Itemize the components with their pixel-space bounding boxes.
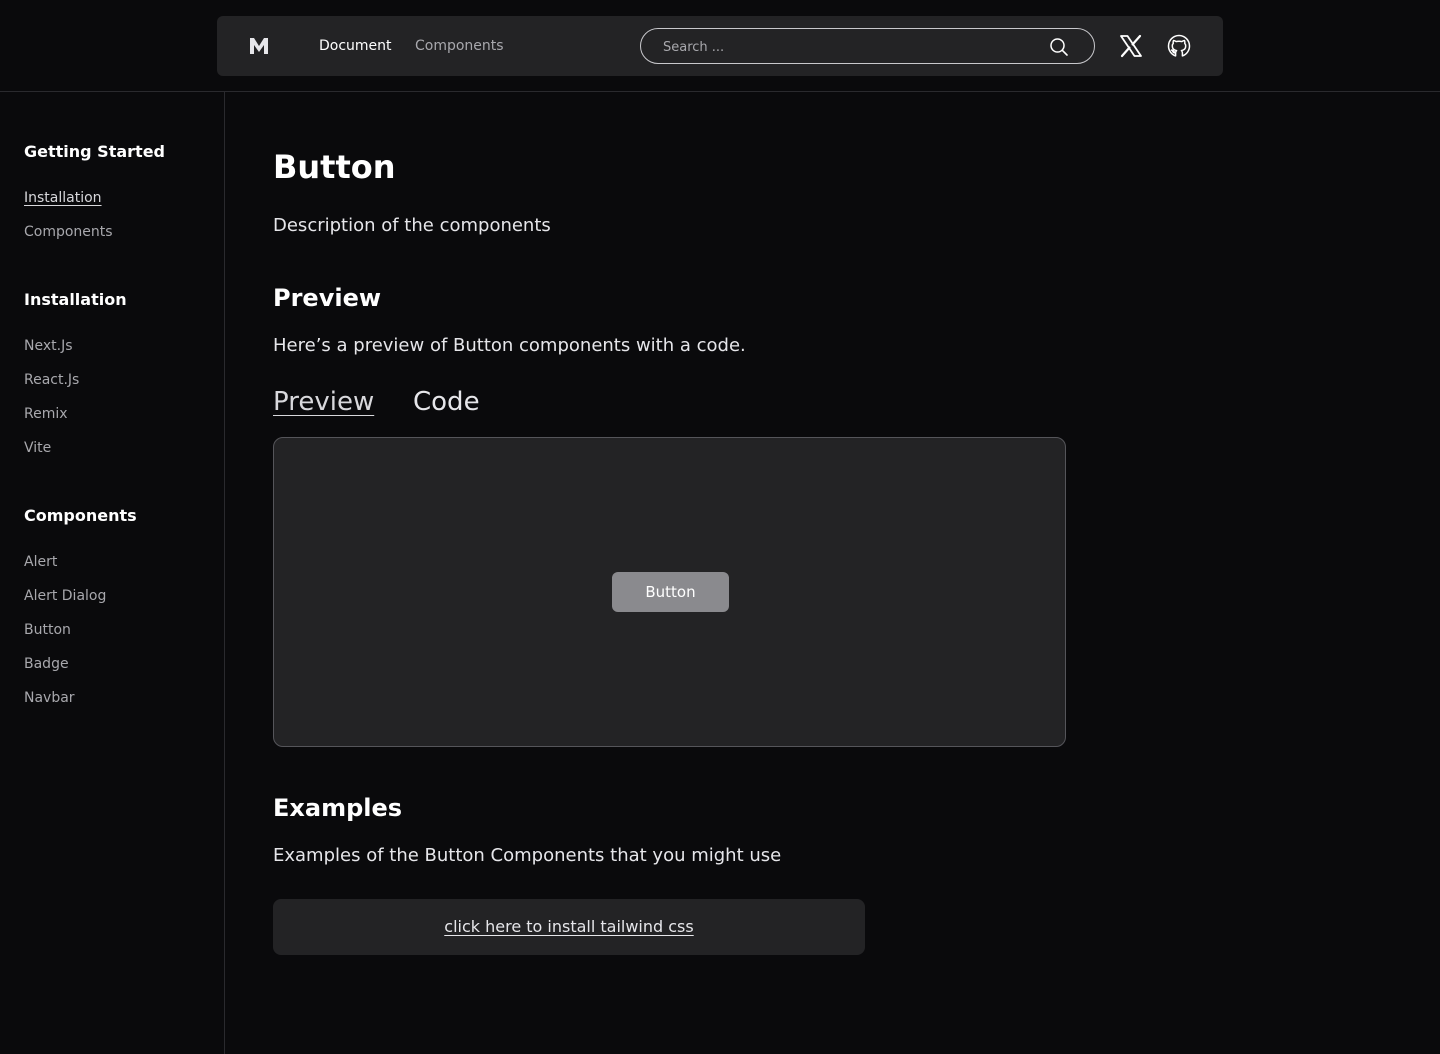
examples-section-title: Examples xyxy=(273,794,403,822)
page-title: Button xyxy=(273,148,396,186)
search-input[interactable] xyxy=(663,37,1033,57)
sidebar-item-navbar[interactable]: Navbar xyxy=(24,689,75,707)
nav-link-document[interactable]: Document xyxy=(319,37,392,55)
logo-icon[interactable] xyxy=(249,36,269,56)
sidebar: Getting Started Installation Components … xyxy=(0,92,225,1054)
search-icon[interactable] xyxy=(1049,37,1069,57)
sidebar-item-remix[interactable]: Remix xyxy=(24,405,68,423)
tab-preview[interactable]: Preview xyxy=(273,386,374,418)
preview-section-title: Preview xyxy=(273,284,382,312)
sidebar-item-vite[interactable]: Vite xyxy=(24,439,51,457)
sidebar-item-reactjs[interactable]: React.Js xyxy=(24,371,79,389)
sidebar-item-alert-dialog[interactable]: Alert Dialog xyxy=(24,587,106,605)
sidebar-item-button[interactable]: Button xyxy=(24,621,71,639)
install-tailwind-banner: click here to install tailwind css xyxy=(273,899,865,955)
sidebar-heading-installation: Installation xyxy=(24,290,127,309)
sidebar-heading-getting-started: Getting Started xyxy=(24,142,165,161)
top-navbar: Document Components xyxy=(217,16,1223,76)
sidebar-heading-components: Components xyxy=(24,506,137,525)
docs-page: Document Components Getting Started Inst… xyxy=(0,0,1440,1054)
examples-section-description: Examples of the Button Components that y… xyxy=(273,845,782,866)
github-icon[interactable] xyxy=(1166,33,1192,59)
page-description: Description of the components xyxy=(273,215,551,236)
sidebar-item-installation[interactable]: Installation xyxy=(24,189,102,207)
preview-panel: Button xyxy=(273,437,1066,747)
preview-section-description: Here’s a preview of Button components wi… xyxy=(273,335,746,356)
install-tailwind-link[interactable]: click here to install tailwind css xyxy=(273,917,865,937)
sidebar-item-badge[interactable]: Badge xyxy=(24,655,69,673)
x-icon[interactable] xyxy=(1119,34,1143,58)
tab-code[interactable]: Code xyxy=(413,386,480,418)
sidebar-item-components[interactable]: Components xyxy=(24,223,113,241)
nav-link-components[interactable]: Components xyxy=(415,37,504,55)
sidebar-item-nextjs[interactable]: Next.Js xyxy=(24,337,73,355)
header: Document Components xyxy=(0,0,1440,92)
demo-button[interactable]: Button xyxy=(612,572,729,612)
search-box xyxy=(640,28,1095,64)
sidebar-item-alert[interactable]: Alert xyxy=(24,553,57,571)
